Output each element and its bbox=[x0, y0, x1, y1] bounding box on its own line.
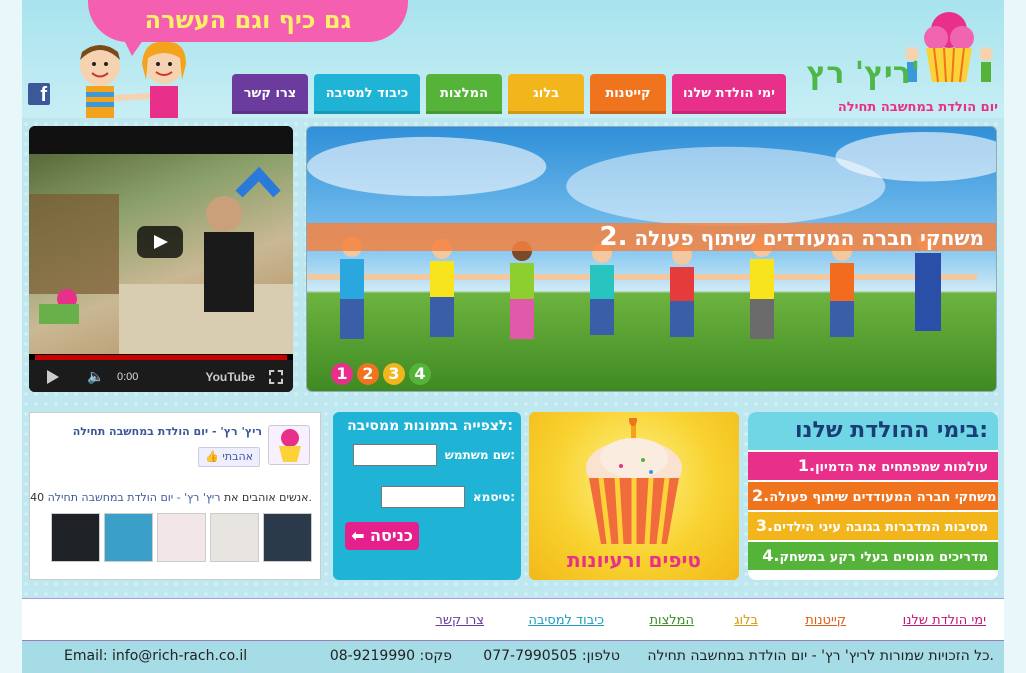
phone: טלפון: 077-7990505 bbox=[483, 648, 620, 664]
play-overlay-button[interactable] bbox=[137, 226, 183, 258]
tips-panel[interactable]: טיפים ורעיונות bbox=[529, 412, 739, 580]
video-player[interactable]: 🔈 0:00 YouTube bbox=[29, 126, 293, 392]
slide-caption-text: משחקי חברה המעודדים שיתוף פעולה bbox=[634, 226, 984, 250]
thumbs-up-icon: 👍 bbox=[205, 450, 219, 463]
footer-link-catering[interactable]: כיבוד למסיבה bbox=[528, 613, 604, 628]
feature-item[interactable]: 4.מדריכים מנוסים בעלי רקע במשחק bbox=[748, 542, 998, 570]
avatar[interactable] bbox=[210, 513, 259, 562]
cupcake-logo-icon bbox=[279, 429, 301, 462]
kids-illustration bbox=[80, 41, 186, 118]
video-controls: 🔈 0:00 YouTube bbox=[29, 360, 293, 392]
username-label: שם משתמש: bbox=[444, 448, 515, 462]
nav-catering[interactable]: כיבוד למסיבה bbox=[314, 74, 420, 114]
username-input[interactable] bbox=[352, 444, 437, 466]
photo-login-panel: לצפייה בתמונות ממסיבה: שם משתמש: סיסמא: … bbox=[333, 412, 521, 580]
nav-camps[interactable]: קייטנות bbox=[590, 74, 666, 114]
nav-birthdays[interactable]: ימי הולדת שלנו bbox=[672, 74, 786, 114]
feature-item[interactable]: 3.מסיבות המדברות בגובה עיני הילדים bbox=[748, 512, 998, 540]
fb-like-count: 40 אנשים אוהבים את ריץ' רץ' - יום הולדת … bbox=[30, 491, 312, 504]
nav-blog[interactable]: בלוג bbox=[508, 74, 584, 114]
slide-dot-3[interactable]: 3 bbox=[383, 363, 405, 385]
tips-label: טיפים ורעיונות bbox=[567, 548, 701, 572]
email[interactable]: Email: info@rich-rach.co.il bbox=[64, 648, 247, 664]
password-input[interactable] bbox=[380, 486, 465, 508]
fb-fans bbox=[51, 513, 312, 562]
slide-dot-2[interactable]: 2 bbox=[357, 363, 379, 385]
birthday-features-panel: בימי ההולדת שלנו: 1.עולמות שמפתחים את הד… bbox=[748, 412, 998, 580]
slide-caption: 2. משחקי חברה המעודדים שיתוף פעולה bbox=[307, 223, 996, 251]
password-label: סיסמא: bbox=[472, 490, 515, 504]
footer-nav: ימי הולדת שלנו קייטנות בלוג המלצות כיבוד… bbox=[22, 598, 1004, 640]
fb-like-button[interactable]: 👍 אהבתי bbox=[198, 447, 260, 467]
footer-link-recommendations[interactable]: המלצות bbox=[649, 613, 694, 628]
hero-slider[interactable]: 2. משחקי חברה המעודדים שיתוף פעולה 1 2 3… bbox=[306, 126, 997, 392]
avatar[interactable] bbox=[51, 513, 100, 562]
slide-pager: 1 2 3 4 bbox=[331, 363, 431, 385]
footer-link-contact[interactable]: צרו קשר bbox=[436, 613, 485, 628]
slide-dot-1[interactable]: 1 bbox=[331, 363, 353, 385]
footer-link-camps[interactable]: קייטנות bbox=[805, 613, 846, 628]
nav-recommendations[interactable]: המלצות bbox=[426, 74, 502, 114]
page: גם כיף וגם העשרה f ריץ' רץ' יום הולדת במ… bbox=[22, 0, 1004, 673]
fullscreen-icon[interactable] bbox=[269, 370, 283, 384]
logo-subtitle: יום הולדת במחשבה תחילה bbox=[837, 100, 998, 115]
copyright: כל הזכויות שמורות לריץ' רץ' - יום הולדת … bbox=[647, 648, 994, 664]
video-time: 0:00 bbox=[117, 371, 139, 383]
facebook-like-box: ריץ' רץ' - יום הולדת במחשבה תחילה 👍 אהבת… bbox=[29, 412, 321, 580]
arrow-left-icon: ⬅ bbox=[351, 526, 365, 545]
footer-link-blog[interactable]: בלוג bbox=[734, 613, 758, 628]
fb-page-name[interactable]: ריץ' רץ' - יום הולדת במחשבה תחילה bbox=[73, 425, 262, 438]
login-title: לצפייה בתמונות ממסיבה: bbox=[347, 418, 513, 434]
feature-item[interactable]: 2.משחקי חברה המעודדים שיתוף פעולה bbox=[748, 482, 998, 510]
fax: פקס: 08-9219990 bbox=[329, 648, 452, 664]
logo-title: ריץ' רץ' bbox=[806, 56, 920, 91]
youtube-logo[interactable]: YouTube bbox=[205, 370, 255, 384]
login-button[interactable]: ⬅ כניסה bbox=[345, 522, 419, 550]
birthday-cupcake-icon bbox=[586, 418, 682, 545]
nav-contact[interactable]: צרו קשר bbox=[232, 74, 308, 114]
avatar[interactable] bbox=[157, 513, 206, 562]
footer-link-birthdays[interactable]: ימי הולדת שלנו bbox=[903, 613, 986, 628]
facebook-icon[interactable]: f bbox=[28, 83, 50, 106]
slide-number: 2. bbox=[599, 222, 628, 252]
volume-icon[interactable]: 🔈 bbox=[87, 369, 104, 385]
header: גם כיף וגם העשרה f ריץ' רץ' יום הולדת במ… bbox=[22, 0, 1004, 118]
avatar[interactable] bbox=[104, 513, 153, 562]
slide-dot-4[interactable]: 4 bbox=[409, 363, 431, 385]
avatar[interactable] bbox=[263, 513, 312, 562]
page-avatar[interactable] bbox=[268, 425, 310, 465]
feature-item[interactable]: 1.עולמות שמפתחים את הדמיון bbox=[748, 452, 998, 480]
main-nav: ימי הולדת שלנו קייטנות בלוג המלצות כיבוד… bbox=[232, 74, 786, 114]
play-icon[interactable] bbox=[47, 370, 59, 384]
logo[interactable]: ריץ' רץ' יום הולדת במחשבה תחילה bbox=[800, 8, 1000, 116]
footer-bar: כל הזכויות שמורות לריץ' רץ' - יום הולדת … bbox=[22, 640, 1004, 673]
birthday-panel-title: בימי ההולדת שלנו: bbox=[748, 412, 998, 450]
